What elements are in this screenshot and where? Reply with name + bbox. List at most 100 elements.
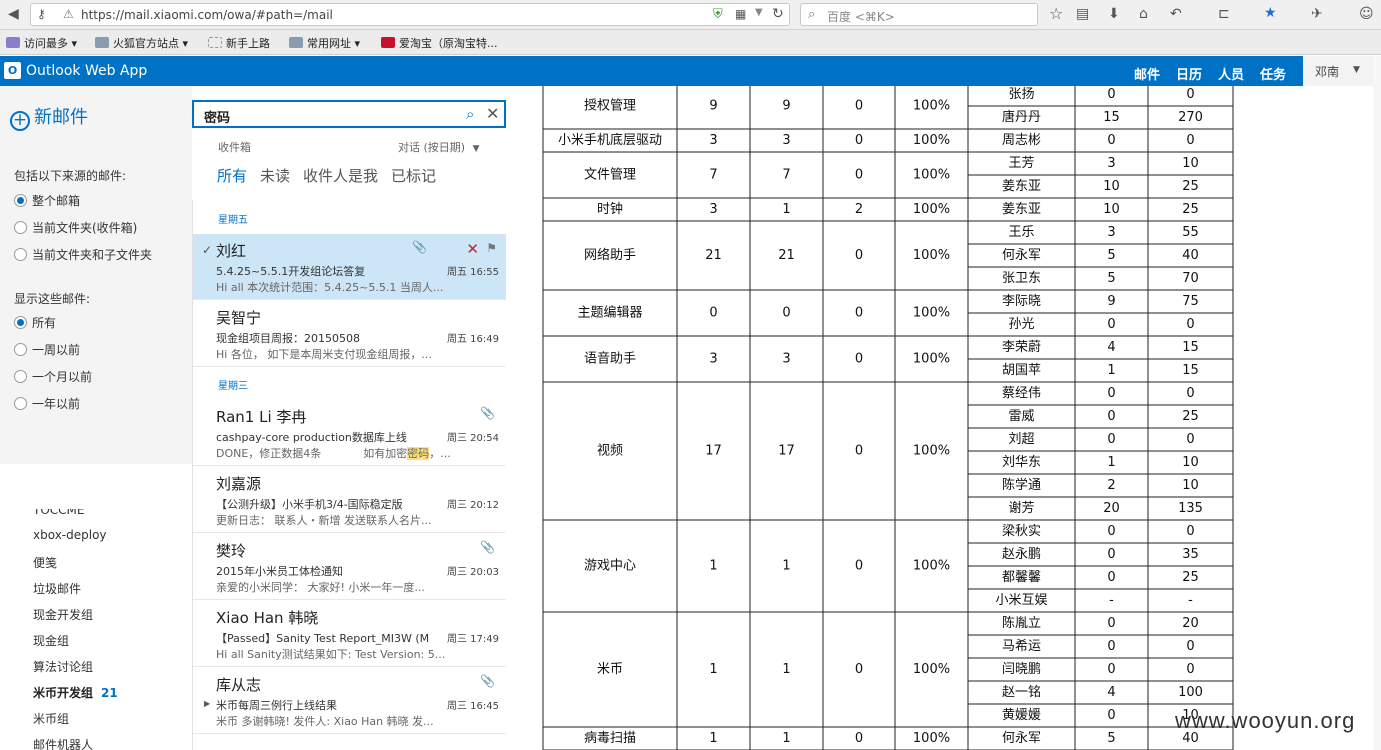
radio-unchecked-icon [14,370,27,383]
search-icon[interactable]: ⌕ [466,105,474,123]
back-arrow-icon[interactable]: ◀ [8,7,19,21]
shield-icon[interactable]: ⛨ [713,8,723,21]
expand-triangle-icon[interactable]: ▶ [204,699,210,708]
new-mail-label: 新邮件 [34,107,88,128]
folder-item[interactable]: 邮件机器人 [33,736,93,750]
checkmark-icon[interactable]: ✓ [202,243,212,257]
count-cell: 9 [782,99,790,114]
message-preview: 更新日志： 联系人・新增 发送联系人名片... [216,514,432,527]
day-header: 星期五 [218,215,248,226]
delete-icon[interactable]: ✕ [466,240,479,258]
bookmark-most-visited[interactable]: 访问最多 ▾ [6,35,77,51]
radio-current-folder[interactable]: 当前文件夹(收件箱) [14,219,137,236]
owner-value-cell: 270 [1178,110,1203,125]
owner-value-cell: 15 [1182,363,1199,378]
owner-value-cell: 55 [1182,225,1199,240]
home-icon[interactable]: ⌂ [1139,7,1148,21]
sort-dropdown[interactable]: 对话 (按日期) ▼ [398,139,480,155]
user-menu[interactable]: 邓南 ▼ [1303,56,1381,86]
radio-unchecked-icon [14,221,27,234]
app-title: Outlook Web App [26,63,148,79]
owner-name-cell: 王乐 [1008,225,1034,240]
radio-entire-mailbox[interactable]: 整个邮箱 [14,192,80,209]
mail-search-input[interactable]: 密码 ⌕ ✕ [192,100,506,128]
folder-item[interactable]: 现金组 [33,632,69,649]
nav-tasks[interactable]: 任务 [1260,64,1286,83]
message-sender: 吴智宁 [216,309,262,327]
folder-item-selected[interactable]: 米币开发组 21 [33,684,118,701]
reading-list-icon[interactable]: ▤ [1076,7,1089,21]
owner-name-cell: 闫晓鹏 [1002,662,1041,677]
browser-search-box[interactable]: ⌕ 百度 <⌘K> [800,3,1038,26]
page-icon [208,37,222,48]
day-header: 星期三 [218,381,248,392]
percent-cell: 100% [913,662,950,677]
count-cell: 3 [782,133,790,148]
radio-week-ago[interactable]: 一周以前 [14,341,80,358]
scrollbar[interactable] [1373,56,1381,750]
count-cell: 1 [782,731,790,746]
message-item[interactable]: 樊玲 📎 2015年小米员工体检通知 周三 20:03 亲爱的小米同学： 大家好… [193,534,506,600]
bookmark-label: 访问最多 [24,37,68,50]
download-icon[interactable]: ⬇ [1108,7,1120,21]
qr-code-icon[interactable]: ▦ [735,8,746,20]
radio-month-ago[interactable]: 一个月以前 [14,368,92,385]
message-item[interactable]: Ran1 Li 李冉 📎 cashpay-core production数据库上… [193,400,506,466]
bookmark-getting-started[interactable]: 新手上路 [208,35,270,51]
message-item[interactable]: Xiao Han 韩晓 【Passed】Sanity Test Report_M… [193,601,506,667]
chat-icon[interactable]: ☺ [1359,7,1374,21]
folder-item[interactable]: 米币组 [33,710,69,727]
preview-text: DONE，修正数据4条 如有加密 [216,447,408,460]
bookmark-common-sites[interactable]: 常用网址 ▾ [289,35,360,51]
address-bar[interactable]: ⚷ ⚠ https://mail.xiaomi.com/owa/#path=/m… [30,3,790,26]
folder-item[interactable]: 便笺 [33,554,57,571]
message-item[interactable]: 吴智宁 现金组项目周报：20150508 周五 16:49 Hi 各位， 如下是… [193,301,506,367]
undo-icon[interactable]: ↶ [1170,7,1182,21]
folder-item[interactable]: 垃圾邮件 [33,580,81,597]
folder-item[interactable]: 现金开发组 [33,606,93,623]
radio-current-and-subfolders[interactable]: 当前文件夹和子文件夹 [14,246,152,263]
count-cell: 1 [782,202,790,217]
filter-tab-flagged[interactable]: 已标记 [391,165,436,186]
folder-item[interactable]: 算法讨论组 [33,658,93,675]
nav-people[interactable]: 人员 [1218,64,1244,83]
message-item-selected[interactable]: ✓ 刘红 📎 ✕ ⚑ 5.4.25~5.5.1开发组论坛答复 周五 16:55 … [193,234,506,300]
search-highlight: 密码 [407,447,430,460]
radio-year-ago[interactable]: 一年以前 [14,395,80,412]
message-list: 星期五 ✓ 刘红 📎 ✕ ⚑ 5.4.25~5.5.1开发组论坛答复 周五 16… [192,200,506,750]
owner-name-cell: 何永军 [1002,247,1041,263]
message-item[interactable]: 刘嘉源 【公测升级】小米手机3/4-国际稳定版 周三 20:12 更新日志： 联… [193,467,506,533]
bookmark-firefox-site[interactable]: 火狐官方站点 ▾ [95,35,188,51]
bookmark-star-icon[interactable]: ☆ [1049,6,1063,22]
percent-cell: 100% [913,306,950,321]
radio-all[interactable]: 所有 [14,314,56,331]
filter-tab-to-me[interactable]: 收件人是我 [303,165,378,186]
dropdown-arrow-icon[interactable]: ▼ [755,8,763,18]
crop-icon[interactable]: ⊏ [1218,7,1230,21]
count-cell: 0 [855,168,863,183]
flag-icon[interactable]: ⚑ [486,241,497,255]
radio-checked-icon [14,194,27,207]
owner-count-cell: 0 [1107,547,1115,562]
owner-value-cell: 40 [1182,248,1199,263]
filter-tab-unread[interactable]: 未读 [260,165,290,186]
nav-mail[interactable]: 邮件 [1134,64,1160,83]
bookmark-taobao[interactable]: 爱淘宝（原淘宝特... [381,35,498,51]
owner-count-cell: 1 [1107,363,1115,378]
sort-label: 对话 (按日期) [398,141,466,154]
show-label: 显示这些邮件: [14,292,91,306]
message-item[interactable]: 库从志 📎 ▶ 米币每周三例行上线结果 周三 16:45 米币 多谢韩晓! 发件… [193,668,506,734]
owner-name-cell: 蔡经伟 [1002,386,1041,401]
nav-calendar[interactable]: 日历 [1176,64,1202,83]
owner-name-cell: 孙光 [1008,317,1034,332]
filter-tab-all[interactable]: 所有 [217,165,247,186]
clear-search-icon[interactable]: ✕ [486,104,499,123]
reload-icon[interactable]: ↻ [772,7,784,21]
owner-count-cell: 0 [1107,639,1115,654]
new-mail-button[interactable]: + 新邮件 [10,103,88,131]
bird-extension-icon[interactable]: ✈ [1311,7,1323,21]
include-label: 包括以下来源的邮件: [14,169,127,183]
folder-item[interactable]: xbox-deploy [33,528,107,542]
extension-star-icon[interactable]: ★ [1264,6,1277,20]
percent-cell: 100% [913,559,950,574]
